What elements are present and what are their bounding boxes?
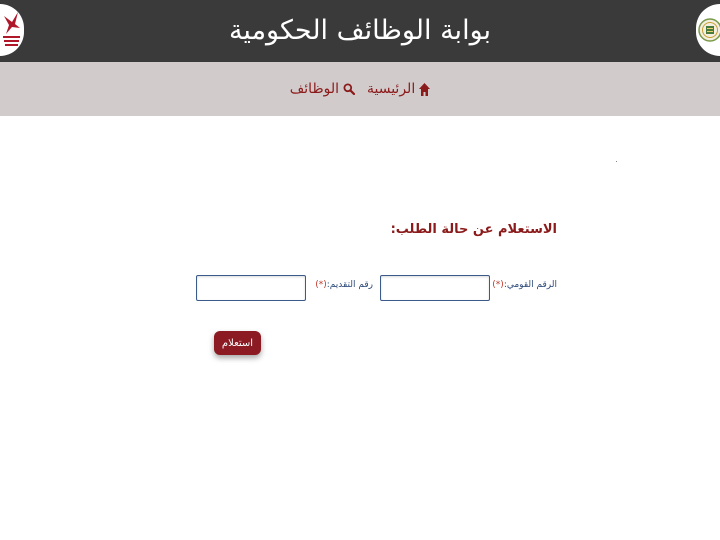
nav-item-home[interactable]: الرئيسية <box>366 81 431 97</box>
nav-item-home-label: الرئيسية <box>366 81 416 97</box>
inquiry-button[interactable]: استعلام <box>214 331 261 355</box>
section-title: الاستعلام عن حالة الطلب: <box>390 222 557 237</box>
nav-bar: الرئيسية الوظائف <box>0 62 720 116</box>
required-mark: (*) <box>492 280 504 290</box>
application-number-input[interactable] <box>196 275 306 301</box>
application-number-label: رقم التقديم:(*) <box>315 280 373 290</box>
search-icon <box>343 83 355 95</box>
header-bar: بوابة الوظائف الحكومية <box>0 0 720 62</box>
national-id-input[interactable] <box>380 275 490 301</box>
nav-menu: الرئيسية الوظائف <box>0 62 720 116</box>
national-id-label-text: الرقم القومي: <box>503 280 557 290</box>
nav-item-jobs-label: الوظائف <box>289 81 339 97</box>
page-title: بوابة الوظائف الحكومية <box>228 15 492 46</box>
divider-dot <box>616 161 617 162</box>
home-icon <box>419 82 431 96</box>
required-mark: (*) <box>315 280 327 290</box>
national-id-label: الرقم القومي:(*) <box>492 280 557 290</box>
nav-item-jobs[interactable]: الوظائف <box>290 81 355 97</box>
application-number-label-text: رقم التقديم: <box>326 280 373 290</box>
